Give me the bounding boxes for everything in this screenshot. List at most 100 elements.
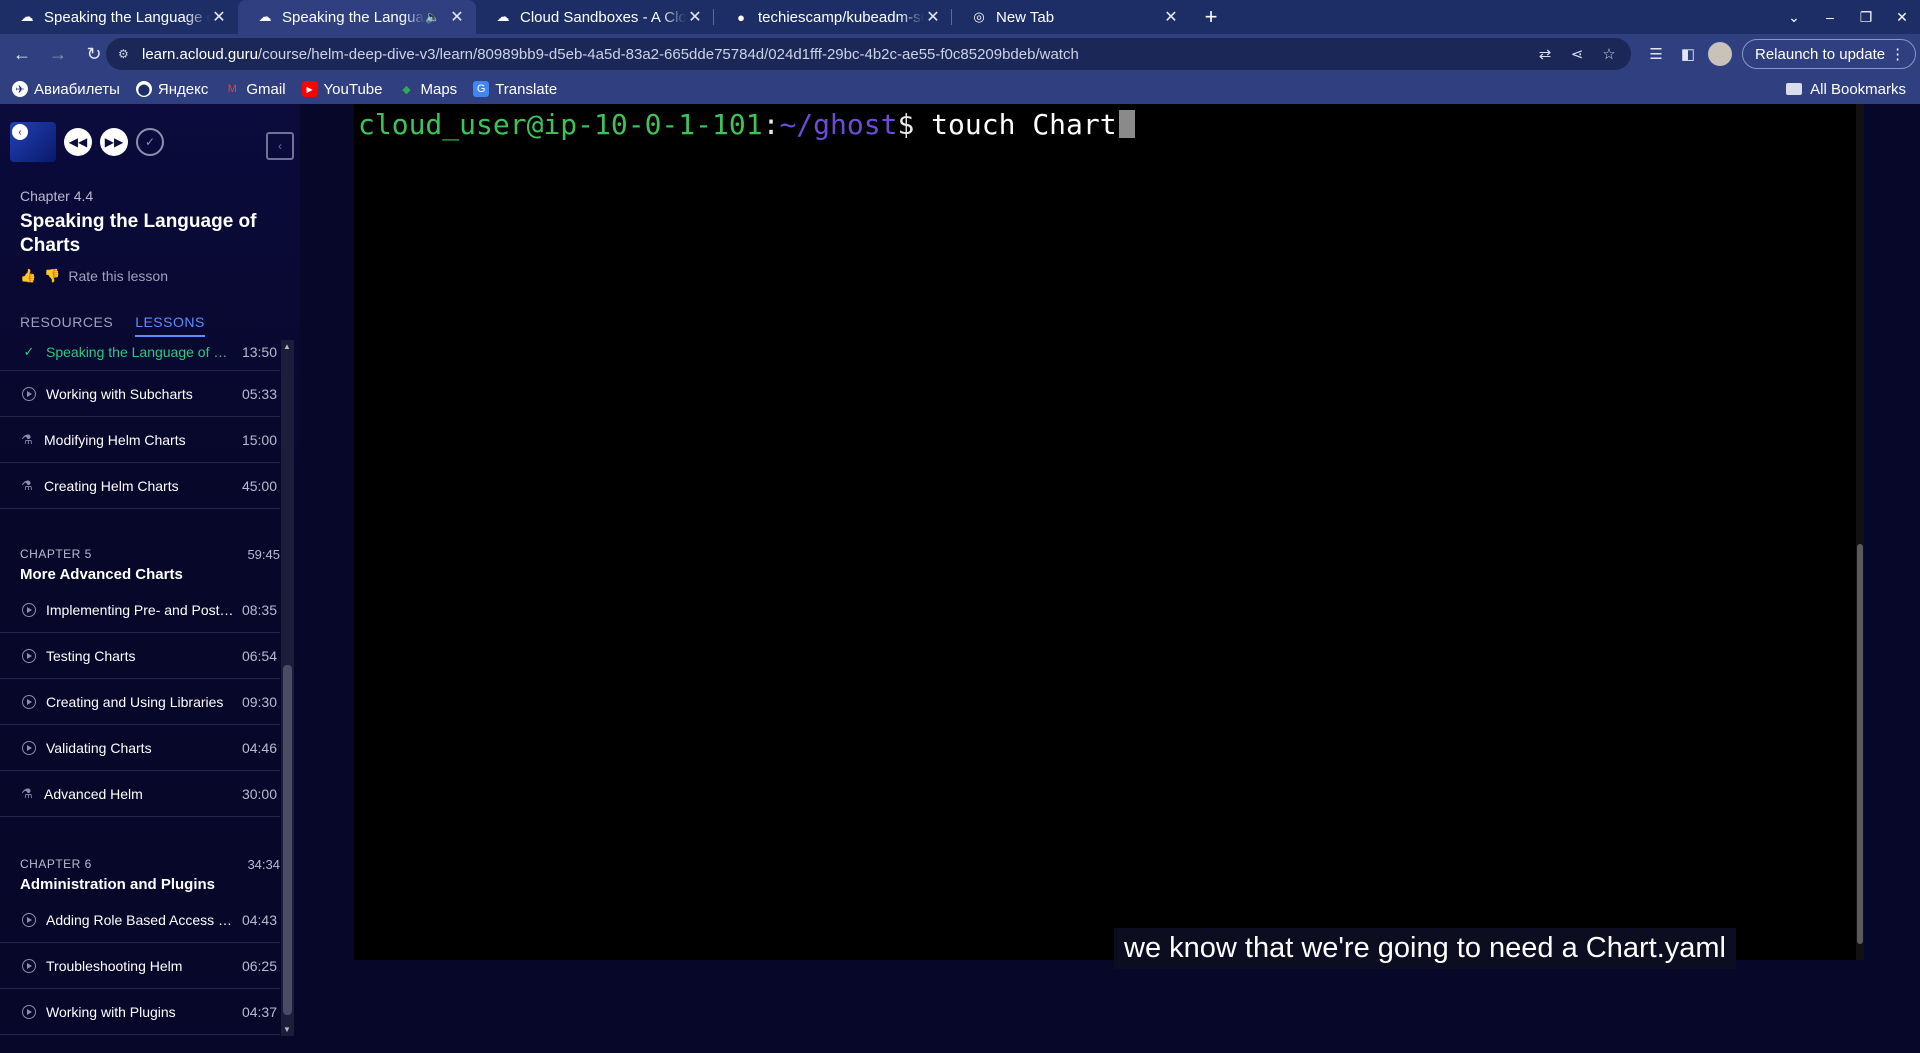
close-window-icon[interactable]: ✕	[1884, 9, 1920, 26]
bookmark-star-icon[interactable]: ☆	[1593, 45, 1625, 63]
restore-icon[interactable]: ❐	[1848, 9, 1884, 26]
collapse-sidebar-button[interactable]: ‹	[266, 132, 294, 160]
chapter-header[interactable]: CHAPTER 6 34:34 Administration and Plugi…	[20, 857, 280, 893]
sidebar-tabs: RESOURCES LESSONS	[20, 314, 227, 337]
browser-tab-1[interactable]: ☁ Speaking the Language of Charts ✕	[0, 0, 238, 34]
reading-list-icon[interactable]: ☰	[1640, 45, 1672, 63]
list-item[interactable]: Working with Subcharts 05:33	[0, 371, 280, 417]
profile-avatar[interactable]	[1708, 42, 1732, 66]
share-icon[interactable]: ⋖	[1561, 45, 1593, 63]
course-thumbnail[interactable]: ‹	[10, 122, 56, 162]
cloud-guru-icon: ☁	[20, 9, 34, 24]
translate-icon: G	[473, 81, 490, 97]
back-icon[interactable]: ←	[8, 40, 36, 68]
tab-title: techiescamp/kubeadm-scripts	[758, 8, 924, 26]
check-icon: ✓	[23, 343, 35, 359]
close-tab-icon[interactable]: ✕	[1162, 7, 1180, 27]
list-item[interactable]: Validating Charts 04:46	[0, 725, 280, 771]
bookmark-item[interactable]: ▶ YouTube	[301, 81, 383, 98]
mark-complete-button[interactable]: ✓	[136, 128, 164, 156]
reload-icon[interactable]: ↻	[80, 40, 108, 68]
rate-lesson: 👍 👎 Rate this lesson	[20, 268, 168, 284]
tab-resources[interactable]: RESOURCES	[20, 314, 113, 337]
bookmark-item[interactable]: ✈ Авиабилеты	[12, 81, 120, 98]
cloud-guru-icon: ☁	[258, 9, 272, 24]
previous-lesson-button[interactable]: ◀◀	[64, 128, 92, 156]
scrollbar-thumb[interactable]	[1857, 544, 1863, 944]
list-item[interactable]: ⚗ Creating Helm Charts 45:00	[0, 463, 280, 509]
browser-tab-3[interactable]: ☁ Cloud Sandboxes - A Cloud Guru ✕	[476, 0, 714, 34]
chapter-number: Chapter 4.4	[20, 188, 94, 204]
scroll-down-icon[interactable]: ▼	[283, 1025, 291, 1034]
video-scrollbar[interactable]	[1856, 104, 1864, 960]
window-controls: ⌄ – ❐ ✕	[1776, 0, 1920, 34]
list-item[interactable]: Creating and Using Libraries 09:30	[0, 679, 280, 725]
list-item[interactable]: Implementing Pre- and Post-Hooks 08:35	[0, 587, 280, 633]
menu-dots-icon[interactable]: ⋮	[1890, 45, 1905, 63]
tab-lessons[interactable]: LESSONS	[135, 314, 205, 337]
list-item[interactable]: Troubleshooting Helm 06:25	[0, 943, 280, 989]
browser-tab-2[interactable]: ☁ Speaking the Language of Charts 🔈 ✕	[238, 0, 476, 34]
thumbs-down-icon[interactable]: 👎	[44, 268, 60, 284]
translate-icon[interactable]: ⇄	[1529, 45, 1561, 63]
video-player[interactable]: cloud_user@ip-10-0-1-101:~/ghost$ touch …	[354, 104, 1864, 969]
list-item[interactable]: Testing Charts 06:54	[0, 633, 280, 679]
side-panel-icon[interactable]: ◧	[1672, 45, 1704, 63]
minimize-icon[interactable]: –	[1812, 9, 1848, 25]
cloud-guru-icon: ☁	[496, 9, 510, 24]
scroll-up-icon[interactable]: ▲	[283, 342, 291, 351]
terminal-line: cloud_user@ip-10-0-1-101:~/ghost$ touch …	[358, 108, 1135, 141]
lab-flask-icon: ⚗	[21, 477, 33, 493]
toolbar-right: ☰ ◧ Relaunch to update ⋮	[1640, 34, 1917, 74]
thumbs-up-icon[interactable]: 👍	[20, 268, 36, 284]
browser-tab-5[interactable]: ◎ New Tab ✕	[952, 0, 1190, 34]
course-player-page: ‹ ◀◀ ▶▶ ✓ ‹ Chapter 4.4 Speaking the Lan…	[0, 104, 1920, 1053]
close-tab-icon[interactable]: ✕	[448, 7, 466, 27]
back-arrow-icon[interactable]: ‹	[12, 124, 28, 140]
address-bar[interactable]: ⚙ learn.acloud.guru/course/helm-deep-div…	[106, 38, 1631, 70]
bookmark-item[interactable]: ◆ Maps	[399, 81, 457, 98]
play-circle-icon	[22, 386, 36, 401]
scrollbar-thumb[interactable]	[283, 665, 292, 1015]
maps-icon: ◆	[402, 83, 411, 96]
list-item[interactable]: Working with Plugins 04:37	[0, 989, 280, 1035]
url-text: learn.acloud.guru/course/helm-deep-dive-…	[142, 45, 1079, 63]
bookmark-item[interactable]: ⬤ Яндекс	[135, 81, 208, 98]
forward-icon[interactable]: →	[44, 40, 72, 68]
play-circle-icon	[22, 740, 36, 755]
tab-search-icon[interactable]: ⌄	[1776, 9, 1812, 26]
all-bookmarks-button[interactable]: All Bookmarks	[1786, 74, 1906, 104]
tab-title: Cloud Sandboxes - A Cloud Guru	[520, 8, 686, 26]
tab-strip: ☁ Speaking the Language of Charts ✕ ☁ Sp…	[0, 0, 1920, 34]
terminal-cursor	[1118, 110, 1135, 138]
subtitle-caption: we know that we're going to need a Chart…	[1114, 928, 1736, 969]
player-controls: ‹ ◀◀ ▶▶ ✓	[10, 122, 164, 162]
gmail-icon: M	[227, 83, 237, 95]
close-tab-icon[interactable]: ✕	[686, 7, 704, 27]
list-item[interactable]: ⚗ Advanced Helm 30:00	[0, 771, 280, 817]
play-circle-icon	[22, 602, 36, 617]
lesson-list: ✓ Speaking the Language of Charts 13:50 …	[0, 340, 294, 1036]
next-lesson-button[interactable]: ▶▶	[100, 128, 128, 156]
new-tab-button[interactable]: +	[1194, 0, 1228, 34]
list-item[interactable]: ⚗ Modifying Helm Charts 15:00	[0, 417, 280, 463]
close-tab-icon[interactable]: ✕	[210, 7, 228, 27]
bookmark-item[interactable]: M Gmail	[224, 81, 286, 98]
aviasales-icon: ✈	[12, 81, 28, 97]
yandex-icon: ⬤	[135, 81, 152, 97]
lesson-sidebar: ‹ ◀◀ ▶▶ ✓ ‹ Chapter 4.4 Speaking the Lan…	[0, 104, 300, 1053]
list-item[interactable]: Adding Role Based Access Control 04:43	[0, 897, 280, 943]
play-circle-icon	[22, 958, 36, 973]
play-circle-icon	[22, 694, 36, 709]
site-info-icon[interactable]: ⚙	[118, 47, 132, 61]
folder-icon	[1786, 83, 1803, 95]
browser-tab-4[interactable]: ● techiescamp/kubeadm-scripts ✕	[714, 0, 952, 34]
lesson-list-scrollbar[interactable]: ▲ ▼	[281, 340, 294, 1036]
chapter-header[interactable]: CHAPTER 5 59:45 More Advanced Charts	[20, 547, 280, 583]
list-item[interactable]: ✓ Speaking the Language of Charts 13:50	[0, 340, 280, 371]
close-tab-icon[interactable]: ✕	[924, 7, 942, 27]
tab-title: New Tab	[996, 8, 1055, 26]
speaker-icon[interactable]: 🔈	[425, 10, 440, 24]
bookmark-item[interactable]: G Translate	[473, 81, 557, 98]
relaunch-button[interactable]: Relaunch to update ⋮	[1742, 39, 1917, 69]
